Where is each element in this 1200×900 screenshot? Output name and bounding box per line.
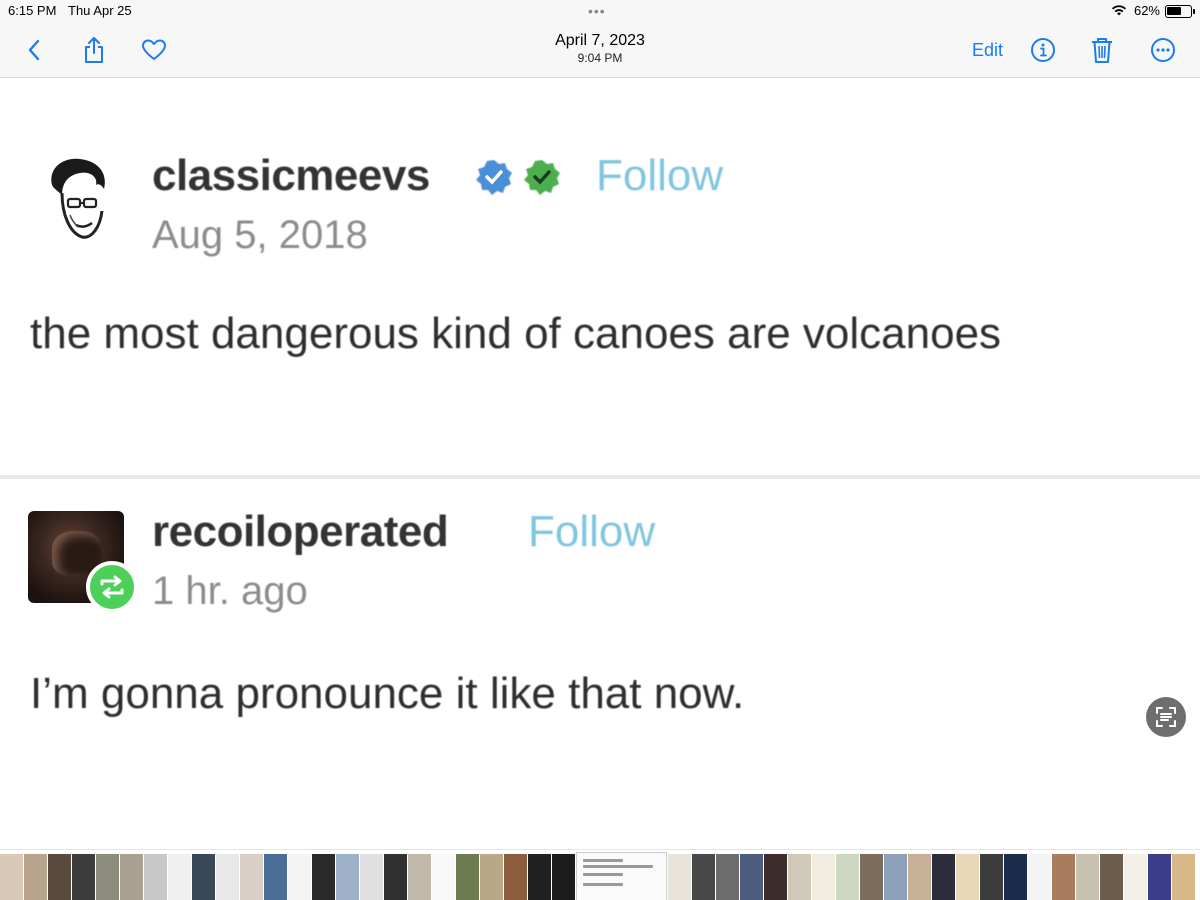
chevron-left-icon (28, 39, 40, 61)
photo-time: 9:04 PM (577, 51, 623, 65)
thumbnail[interactable] (836, 854, 859, 900)
avatar-classicmeevs (51, 158, 105, 239)
follow-button[interactable]: Follow (596, 151, 723, 201)
thumbnail[interactable] (860, 854, 883, 900)
post-reblog: recoiloperated Follow 1 hr. ago I’m gonn… (0, 479, 1200, 849)
thumbnail[interactable] (312, 854, 335, 900)
thumbnail[interactable] (1172, 854, 1195, 900)
reblog-date: 1 hr. ago (152, 569, 308, 613)
favorite-button[interactable] (138, 34, 170, 66)
edit-button[interactable]: Edit (972, 40, 1003, 61)
thumbnail[interactable] (432, 854, 455, 900)
trash-icon (1092, 38, 1112, 63)
more-button[interactable] (1147, 34, 1179, 66)
thumbnail[interactable] (480, 854, 503, 900)
heart-icon (142, 39, 166, 60)
thumbnail[interactable] (144, 854, 167, 900)
battery-percent: 62% (1133, 3, 1160, 18)
reblog-icon (100, 575, 124, 599)
share-button[interactable] (78, 34, 110, 66)
thumbnail[interactable] (216, 854, 239, 900)
thumbnail[interactable] (1076, 854, 1099, 900)
status-time: 6:15 PM (8, 3, 57, 18)
thumbnail[interactable] (48, 854, 71, 900)
thumbnail[interactable] (788, 854, 811, 900)
verified-blue-badge-icon (476, 160, 512, 195)
thumbnail[interactable] (692, 854, 715, 900)
thumbnail[interactable] (980, 854, 1003, 900)
reblog-follow-button[interactable]: Follow (528, 507, 655, 557)
thumbnail[interactable] (240, 854, 263, 900)
live-text-button[interactable] (1146, 697, 1186, 737)
live-text-icon (1156, 707, 1176, 727)
status-bar: 6:15 PM Thu Apr 25 ••• 62% (0, 0, 1200, 22)
thumbnail[interactable] (1004, 854, 1027, 900)
post-date: Aug 5, 2018 (152, 213, 368, 257)
reblog-username[interactable]: recoiloperated (152, 507, 449, 557)
post-text: the most dangerous kind of canoes are vo… (30, 309, 1002, 358)
thumbnail[interactable] (528, 854, 551, 900)
wifi-icon (1110, 3, 1128, 20)
back-button[interactable] (18, 34, 50, 66)
thumbnail[interactable] (72, 854, 95, 900)
reblog-text: I’m gonna pronounce it like that now. (30, 669, 745, 718)
verified-green-badge-icon (524, 160, 560, 195)
thumbnail[interactable] (716, 854, 739, 900)
thumbnail[interactable] (24, 854, 47, 900)
thumbnail[interactable] (456, 854, 479, 900)
thumbnail[interactable] (264, 854, 287, 900)
thumbnail[interactable] (908, 854, 931, 900)
multitask-dots[interactable]: ••• (588, 3, 606, 19)
thumbnail[interactable] (504, 854, 527, 900)
thumbnail[interactable] (408, 854, 431, 900)
post-original: classicmeevs Follow Aug 5, 2018 the most… (0, 79, 1200, 476)
thumbnail[interactable] (336, 854, 359, 900)
share-icon (85, 37, 103, 63)
thumbnail[interactable] (956, 854, 979, 900)
thumbnail[interactable] (192, 854, 215, 900)
thumbnail[interactable] (1052, 854, 1075, 900)
delete-button[interactable] (1086, 34, 1118, 66)
thumbnail[interactable] (1028, 854, 1051, 900)
thumbnail[interactable] (0, 854, 23, 900)
photo-date-title: April 7, 2023 9:04 PM (500, 32, 700, 65)
thumbnail[interactable] (884, 854, 907, 900)
reblog-badge (86, 561, 138, 613)
thumbnail[interactable] (1148, 854, 1171, 900)
thumbnail[interactable] (360, 854, 383, 900)
thumbnail[interactable] (96, 854, 119, 900)
thumbnail[interactable] (120, 854, 143, 900)
photo-viewer[interactable]: classicmeevs Follow Aug 5, 2018 the most… (0, 79, 1200, 849)
thumbnail[interactable] (740, 854, 763, 900)
thumbnail-strip[interactable] (0, 849, 1200, 900)
thumbnail[interactable] (812, 854, 835, 900)
info-icon (1031, 38, 1055, 62)
info-button[interactable] (1027, 34, 1059, 66)
thumbnail[interactable] (932, 854, 955, 900)
thumbnail[interactable] (168, 854, 191, 900)
status-date: Thu Apr 25 (68, 3, 132, 18)
thumbnail[interactable] (764, 854, 787, 900)
thumbnail[interactable] (1124, 854, 1147, 900)
post-username[interactable]: classicmeevs (152, 151, 430, 201)
thumbnail-list (0, 852, 1200, 900)
photo-date: April 7, 2023 (555, 32, 645, 49)
photo-nav-bar: April 7, 2023 9:04 PM Edit (0, 22, 1200, 78)
battery-icon (1165, 5, 1195, 18)
thumbnail-current[interactable] (576, 852, 667, 900)
thumbnail[interactable] (384, 854, 407, 900)
thumbnail[interactable] (1100, 854, 1123, 900)
thumbnail[interactable] (552, 854, 575, 900)
more-icon (1151, 38, 1175, 62)
thumbnail[interactable] (288, 854, 311, 900)
thumbnail[interactable] (668, 854, 691, 900)
